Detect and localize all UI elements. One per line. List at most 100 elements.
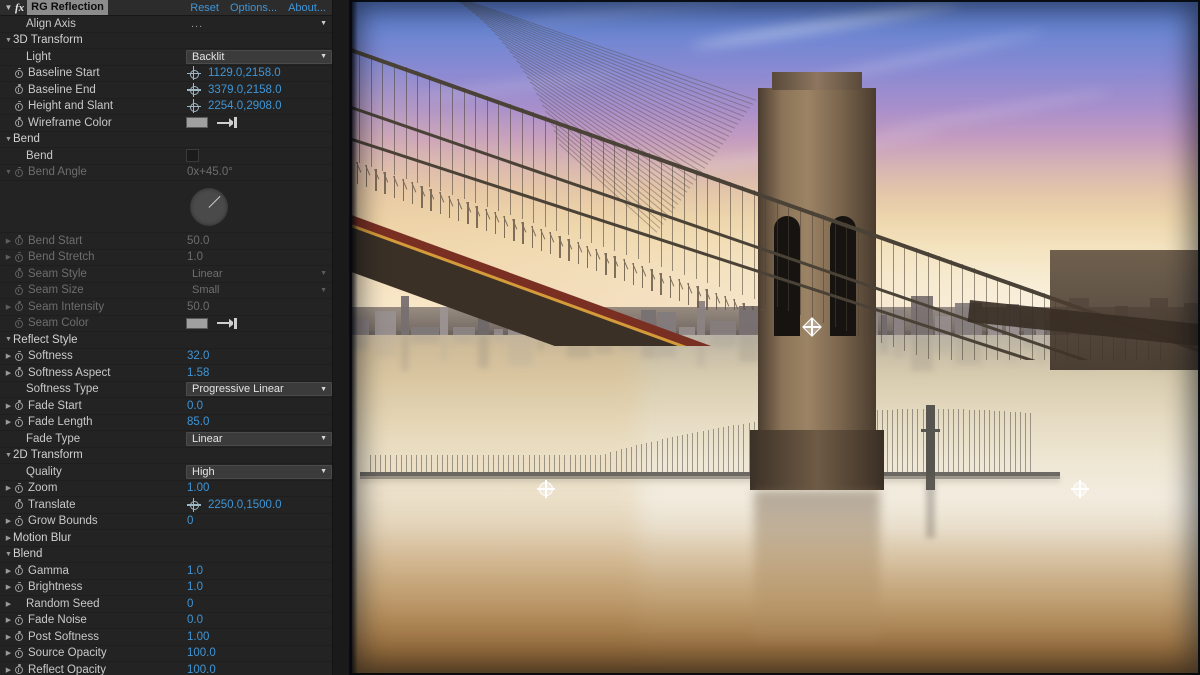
- dropdown-light[interactable]: Backlit ▼: [186, 49, 332, 64]
- twirl-down-icon[interactable]: ▼: [4, 336, 13, 343]
- numeric-value[interactable]: 50.0: [186, 301, 209, 313]
- panel-scroll-gutter[interactable]: [332, 0, 350, 675]
- effect-name[interactable]: RG Reflection: [27, 0, 108, 15]
- numeric-value[interactable]: 0.0: [186, 614, 203, 626]
- property-row-bend[interactable]: ▶ Bend: [0, 148, 332, 165]
- point-value[interactable]: 2254.0,2908.0: [207, 100, 282, 112]
- twirl-down-icon[interactable]: ▼: [4, 37, 13, 44]
- property-row-quality[interactable]: ▶ Quality High ▼: [0, 464, 332, 481]
- about-link[interactable]: About...: [288, 2, 326, 14]
- numeric-value[interactable]: 1.00: [186, 631, 209, 643]
- property-row-zoom[interactable]: ▶ Zoom 1.00: [0, 481, 332, 497]
- numeric-value[interactable]: 0.0: [186, 400, 203, 412]
- options-link[interactable]: Options...: [230, 2, 277, 14]
- stopwatch-icon[interactable]: [13, 67, 26, 79]
- numeric-value[interactable]: 1.0: [186, 251, 203, 263]
- property-twirl-icon[interactable]: ▶: [4, 583, 13, 591]
- property-row-wireframe-color[interactable]: ▶ Wireframe Color: [0, 115, 332, 132]
- numeric-value[interactable]: 0: [186, 598, 193, 610]
- property-row-light[interactable]: ▶ Light Backlit ▼: [0, 49, 332, 66]
- property-twirl-icon[interactable]: ▶: [4, 484, 13, 492]
- property-row-reflect-opacity[interactable]: ▶ Reflect Opacity 100.0: [0, 662, 332, 675]
- baseline-start-control[interactable]: [537, 480, 555, 498]
- property-row-baseline-end[interactable]: ▶ Baseline End 3379.0,2158.0: [0, 82, 332, 99]
- property-row-2d-transform[interactable]: ▼ 2D Transform: [0, 448, 332, 464]
- numeric-value[interactable]: 85.0: [186, 416, 209, 428]
- property-twirl-icon[interactable]: ▶: [4, 402, 13, 410]
- stopwatch-icon[interactable]: [13, 581, 26, 593]
- property-twirl-icon[interactable]: ▶: [4, 666, 13, 674]
- dropdown-align-axis[interactable]: ... ▼: [186, 17, 332, 31]
- property-twirl-icon[interactable]: ▶: [4, 369, 13, 377]
- property-row-source-opacity[interactable]: ▶ Source Opacity 100.0: [0, 646, 332, 662]
- stopwatch-icon[interactable]: [13, 631, 26, 643]
- color-swatch[interactable]: [186, 117, 208, 129]
- stopwatch-icon[interactable]: [13, 416, 26, 428]
- property-row-random-seed[interactable]: ▶ Random Seed 0: [0, 596, 332, 613]
- property-row-align-axis[interactable]: ▶ Align Axis... ▼: [0, 16, 332, 33]
- property-row-fade-type[interactable]: ▶ Fade Type Linear ▼: [0, 431, 332, 448]
- numeric-value[interactable]: 100.0: [186, 647, 216, 659]
- property-twirl-icon[interactable]: ▶: [4, 237, 13, 245]
- numeric-value[interactable]: 100.0: [186, 664, 216, 675]
- dropdown-seam-size[interactable]: Small ▼: [186, 283, 332, 297]
- property-row-seam-color[interactable]: ▶ Seam Color: [0, 316, 332, 332]
- angle-value[interactable]: 0x+45.0°: [186, 166, 233, 178]
- point-value[interactable]: 1129.0,2158.0: [207, 67, 281, 79]
- checkbox-bend[interactable]: [186, 149, 199, 163]
- stopwatch-icon[interactable]: [13, 235, 26, 247]
- property-twirl-icon[interactable]: ▶: [4, 649, 13, 657]
- property-row-bend-stretch[interactable]: ▶ Bend Stretch 1.0: [0, 250, 332, 266]
- property-row-softness[interactable]: ▶ Softness 32.0: [0, 349, 332, 365]
- stopwatch-icon[interactable]: [13, 100, 26, 112]
- property-row-brightness[interactable]: ▶ Brightness 1.0: [0, 580, 332, 596]
- property-twirl-icon[interactable]: ▶: [4, 567, 13, 575]
- dropdown-softness-type[interactable]: Progressive Linear ▼: [186, 382, 332, 397]
- property-twirl-icon[interactable]: ▼: [4, 169, 13, 176]
- property-twirl-icon[interactable]: ▶: [4, 616, 13, 624]
- baseline-end-control[interactable]: [1071, 480, 1089, 498]
- numeric-value[interactable]: 1.0: [186, 565, 203, 577]
- effect-header[interactable]: ▼ fx RG Reflection Reset Options... Abou…: [0, 0, 332, 16]
- numeric-value[interactable]: 1.0: [186, 581, 203, 593]
- height-slant-control[interactable]: [802, 317, 822, 337]
- stopwatch-icon[interactable]: [13, 614, 26, 626]
- property-row-translate[interactable]: ▶ Translate 2250.0,1500.0: [0, 497, 332, 514]
- stopwatch-icon[interactable]: [13, 565, 26, 577]
- stopwatch-icon[interactable]: [13, 400, 26, 412]
- twirl-down-icon[interactable]: ▼: [4, 136, 13, 143]
- stopwatch-icon[interactable]: [13, 350, 26, 362]
- property-row-fade-length[interactable]: ▶ Fade Length 85.0: [0, 415, 332, 431]
- angle-dial[interactable]: [190, 187, 228, 226]
- twirl-right-icon[interactable]: ▶: [4, 534, 13, 542]
- dropdown-fade-type[interactable]: Linear ▼: [186, 431, 332, 446]
- stopwatch-icon[interactable]: [13, 367, 26, 379]
- numeric-value[interactable]: 50.0: [186, 235, 209, 247]
- stopwatch-icon[interactable]: [13, 84, 26, 96]
- property-row-post-softness[interactable]: ▶ Post Softness 1.00: [0, 629, 332, 646]
- property-row-softness-aspect[interactable]: ▶ Softness Aspect 1.58: [0, 365, 332, 382]
- property-twirl-icon[interactable]: ▶: [4, 253, 13, 261]
- property-twirl-icon[interactable]: ▶: [4, 418, 13, 426]
- property-row-3d-transform[interactable]: ▼ 3D Transform: [0, 33, 332, 49]
- stopwatch-icon[interactable]: [13, 647, 26, 659]
- composition-viewer[interactable]: [350, 0, 1200, 675]
- property-row-bend-start[interactable]: ▶ Bend Start 50.0: [0, 233, 332, 250]
- eyedropper-icon[interactable]: [217, 117, 239, 129]
- numeric-value[interactable]: 32.0: [186, 350, 209, 362]
- stopwatch-icon[interactable]: [13, 251, 26, 263]
- reset-link[interactable]: Reset: [190, 2, 219, 14]
- property-row-grow-bounds[interactable]: ▶ Grow Bounds 0: [0, 514, 332, 530]
- color-swatch[interactable]: [186, 317, 208, 329]
- property-row-baseline-start[interactable]: ▶ Baseline Start 1129.0,2158.0: [0, 66, 332, 82]
- property-row-bend[interactable]: ▼ Bend: [0, 132, 332, 148]
- stopwatch-icon[interactable]: [13, 301, 26, 313]
- stopwatch-icon[interactable]: [13, 268, 26, 280]
- twirl-down-icon[interactable]: ▼: [4, 452, 13, 459]
- property-row-bend-angle[interactable]: ▼ Bend Angle 0x+45.0°: [0, 165, 332, 181]
- property-row-reflect-style[interactable]: ▼ Reflect Style: [0, 332, 332, 349]
- property-row-softness-type[interactable]: ▶ Softness Type Progressive Linear ▼: [0, 382, 332, 398]
- property-row-seam-size[interactable]: ▶ Seam Size Small ▼: [0, 283, 332, 299]
- point-picker-icon[interactable]: [186, 99, 201, 114]
- property-row-seam-style[interactable]: ▶ Seam Style Linear ▼: [0, 266, 332, 283]
